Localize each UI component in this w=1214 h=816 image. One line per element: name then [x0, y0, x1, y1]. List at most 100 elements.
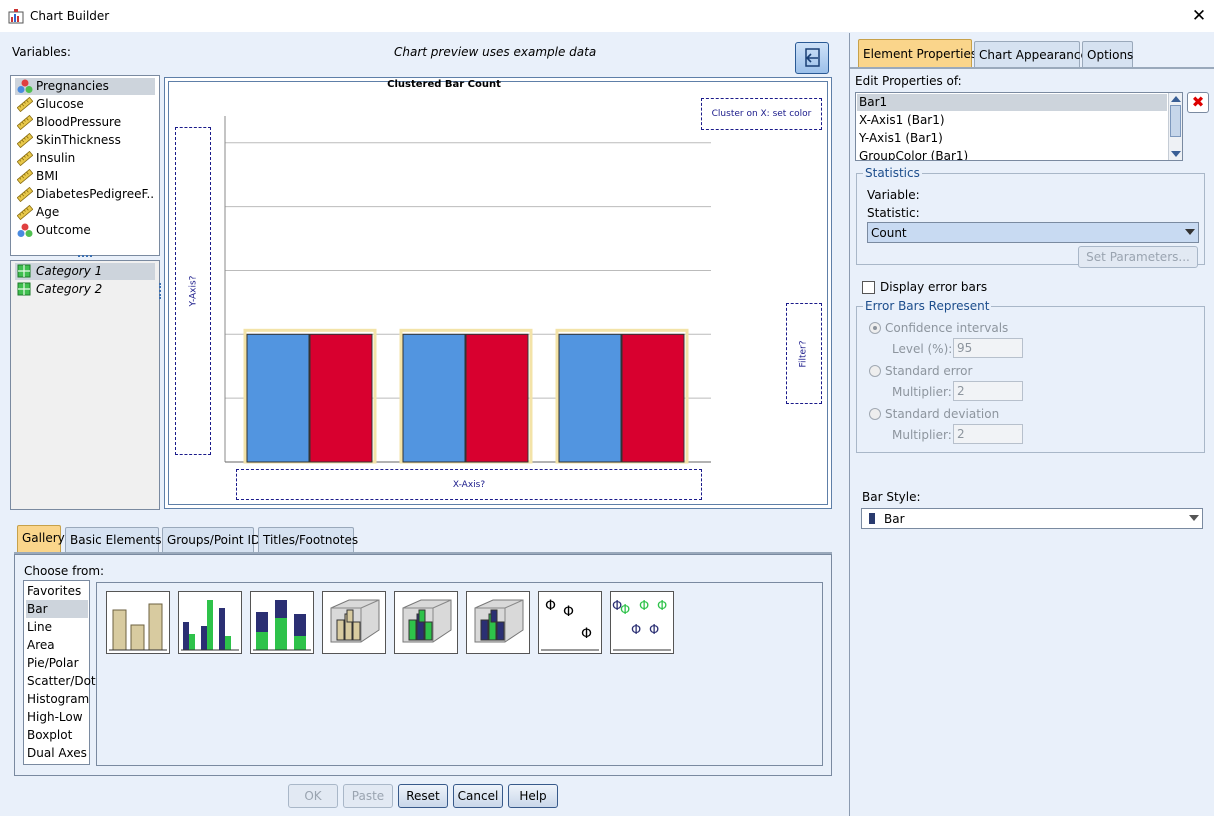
edit-properties-label: Edit Properties of: [855, 74, 962, 88]
bar[interactable] [246, 333, 310, 463]
simple-error-bar-chart-icon: Φ ΦΦ [541, 598, 599, 651]
variable-name: Age [36, 205, 60, 219]
simple-error-bar-thumbnail[interactable]: ΦΦΦ [538, 591, 602, 654]
3d-stacked-bar-thumbnail[interactable] [466, 591, 530, 654]
delete-element-button[interactable]: ✖ [1187, 92, 1209, 113]
category-grid-icon [17, 264, 33, 279]
variable-name: Outcome [36, 223, 91, 237]
chart-type-item[interactable]: Area [26, 636, 88, 654]
statistics-group: Statistics Variable: Statistic: Count Se… [856, 166, 1205, 268]
nominal-variable-icon [17, 223, 33, 238]
se-multiplier-input[interactable]: 2 [953, 381, 1023, 401]
chart-type-item[interactable]: Bar [26, 600, 88, 618]
3d-clustered-bar-thumbnail[interactable] [394, 591, 458, 654]
gallery-tab[interactable]: Basic Elements [65, 527, 162, 552]
level-input[interactable]: 95 [953, 338, 1023, 358]
3d-clustered-bar-chart-icon [402, 599, 452, 643]
variable-item[interactable]: SkinThickness [15, 132, 155, 149]
ok-button[interactable]: OK [288, 784, 338, 808]
bar-style-select[interactable]: Bar [861, 508, 1203, 529]
chart-type-list[interactable]: Favorites Bar Line Area Pie/Polar Scatter/Dot… [23, 580, 96, 765]
variable-list[interactable]: Pregnancies Glucose BloodPressure SkinThick… [10, 75, 160, 256]
variable-item[interactable]: BloodPressure [15, 114, 155, 131]
chart-type-item[interactable]: High-Low [26, 708, 88, 726]
variable-item[interactable]: Age [15, 204, 155, 221]
bar[interactable] [621, 333, 685, 463]
cancel-button[interactable]: Cancel [453, 784, 503, 808]
variable-item[interactable]: Outcome [15, 222, 155, 239]
variable-item[interactable]: DiabetesPedigreeF... [15, 186, 155, 203]
stacked-bar-thumbnail[interactable] [250, 591, 314, 654]
variable-item[interactable]: Glucose [15, 96, 155, 113]
variable-item[interactable]: Insulin [15, 150, 155, 167]
clustered-bar-thumbnail[interactable] [178, 591, 242, 654]
filter-drop-zone[interactable]: Filter? [786, 303, 822, 404]
scale-variable-icon [16, 204, 34, 221]
category-label: Category 2 [36, 282, 103, 296]
svg-text:Φ: Φ [649, 623, 659, 638]
list-scrollbar[interactable] [1168, 93, 1182, 160]
vertical-splitter-handle[interactable] [159, 283, 162, 299]
ci-radio[interactable] [869, 322, 881, 334]
variable-item[interactable]: Pregnancies [15, 78, 155, 95]
properties-tab[interactable]: Chart Appearance [974, 41, 1088, 68]
stacked-bar-chart-icon [253, 600, 311, 651]
close-icon[interactable]: ✕ [1188, 6, 1210, 26]
gallery-panel: Choose from: Favorites Bar Line Area Pie/Pol… [14, 554, 832, 776]
variable-item[interactable]: BMI [15, 168, 155, 185]
reset-button[interactable]: Reset [398, 784, 448, 808]
clustered-error-bar-thumbnail[interactable]: ΦΦΦΦΦΦ [610, 591, 674, 654]
chart-type-item[interactable]: Scatter/Dot [26, 672, 96, 690]
gallery-tab[interactable]: Titles/Footnotes [258, 527, 358, 552]
x-axis-drop-zone[interactable]: X-Axis? [236, 469, 702, 500]
3d-stacked-bar-chart-icon [474, 599, 524, 643]
bar[interactable] [465, 333, 529, 463]
edit-properties-item[interactable]: GroupColor (Bar1) [857, 148, 1167, 160]
chart-type-item[interactable]: Favorites [26, 582, 88, 600]
properties-tab[interactable]: Options [1082, 41, 1133, 68]
se-label: Standard error [885, 364, 973, 378]
chart-canvas[interactable]: Clustered Bar Count Cluster on X: set co… [164, 77, 832, 509]
variables-label: Variables: [12, 45, 71, 59]
statistic-value: Count [871, 226, 907, 240]
sd-radio[interactable] [869, 408, 881, 420]
edit-properties-item[interactable]: Y-Axis1 (Bar1) [857, 130, 1167, 147]
bar[interactable] [558, 333, 622, 463]
chart-type-item[interactable]: Pie/Polar [26, 654, 88, 672]
variable-name: SkinThickness [36, 133, 121, 147]
svg-text:Φ: Φ [563, 604, 574, 620]
bar[interactable] [402, 333, 466, 463]
paste-button[interactable]: Paste [343, 784, 393, 808]
swap-layout-icon [805, 48, 820, 67]
error-bars-checkbox[interactable] [862, 281, 875, 294]
3d-simple-bar-thumbnail[interactable] [322, 591, 386, 654]
se-radio[interactable] [869, 365, 881, 377]
edit-properties-item[interactable]: Bar1 [857, 94, 1167, 111]
edit-properties-item[interactable]: X-Axis1 (Bar1) [857, 112, 1167, 129]
edit-properties-list[interactable]: Bar1 X-Axis1 (Bar1) Y-Axis1 (Bar1) GroupCol… [855, 92, 1183, 161]
chart-type-item[interactable]: Boxplot [26, 726, 88, 744]
chart-type-item[interactable]: Dual Axes [26, 744, 88, 762]
thumbnail-area: ΦΦΦΦΦΦΦΦΦ [96, 582, 823, 766]
sd-multiplier-input[interactable]: 2 [953, 424, 1023, 444]
bar[interactable] [309, 333, 373, 463]
simple-bar-thumbnail[interactable] [106, 591, 170, 654]
set-parameters-button[interactable]: Set Parameters... [1078, 246, 1198, 268]
chart-type-item[interactable]: Histogram [26, 690, 89, 708]
splitter-handle[interactable] [78, 255, 92, 259]
gallery-tab[interactable]: Groups/Point ID [162, 527, 260, 552]
category-item[interactable]: Category 2 [15, 281, 155, 298]
variable-name: Glucose [36, 97, 84, 111]
category-list: Category 1 Category 2 [10, 260, 160, 510]
delete-x-icon: ✖ [1191, 93, 1205, 111]
properties-tab[interactable]: Element Properties [858, 39, 977, 68]
svg-text:Φ: Φ [545, 598, 556, 614]
statistic-select[interactable]: Count [867, 222, 1199, 243]
gallery-tab[interactable]: Gallery [17, 525, 65, 552]
category-label: Category 1 [36, 264, 103, 278]
layout-toggle-button[interactable] [795, 42, 829, 74]
chart-type-item[interactable]: Line [26, 618, 88, 636]
help-button[interactable]: Help [508, 784, 558, 808]
category-item[interactable]: Category 1 [15, 263, 155, 280]
svg-text:Φ: Φ [639, 599, 649, 614]
